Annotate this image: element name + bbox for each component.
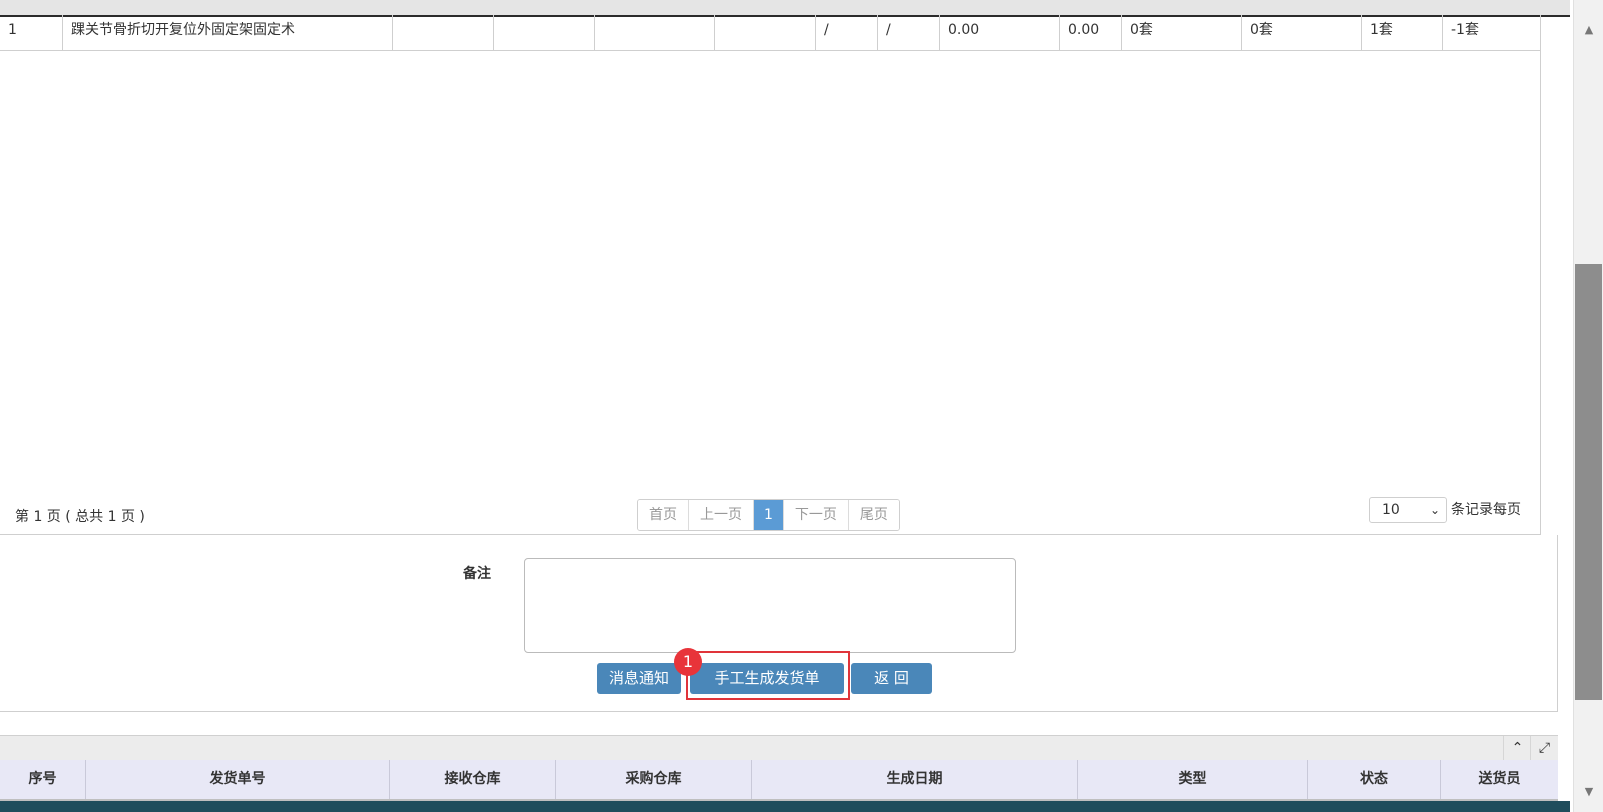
- chevron-down-icon: ⌄: [1429, 503, 1440, 517]
- page-info: 第 1 页 ( 总共 1 页 ): [15, 509, 145, 525]
- pagination: 首页 上一页 1 下一页 尾页: [637, 499, 900, 531]
- scroll-down-icon[interactable]: ▼: [1574, 782, 1603, 802]
- remark-label: 备注: [463, 566, 491, 582]
- cell-slash-2: /: [877, 15, 939, 50]
- header-courier[interactable]: 送货员: [1440, 760, 1558, 799]
- header-delivery-no[interactable]: 发货单号: [85, 760, 389, 799]
- next-page-button[interactable]: 下一页: [782, 500, 848, 530]
- remark-textarea[interactable]: [524, 558, 1016, 653]
- expand-icon[interactable]: ⤢: [1530, 736, 1558, 760]
- header-index[interactable]: 序号: [0, 760, 85, 799]
- cell-amount-2: 0.00: [1059, 15, 1121, 50]
- scroll-up-icon[interactable]: ▲: [1574, 20, 1603, 40]
- items-grid: [0, 15, 1541, 535]
- cell-empty-4: [714, 15, 815, 50]
- chevron-up-icon[interactable]: ⌃: [1503, 736, 1531, 760]
- cell-index: 1: [8, 22, 17, 38]
- notify-button[interactable]: 消息通知: [597, 663, 681, 694]
- current-page-button[interactable]: 1: [753, 500, 783, 530]
- panel-header: ⌃ ⤢: [0, 735, 1558, 761]
- cell-amount-1: 0.00: [939, 15, 1059, 50]
- header-purchase-warehouse[interactable]: 采购仓库: [555, 760, 751, 799]
- cell-qty-1: 0套: [1121, 15, 1241, 50]
- cell-qty-4: -1套: [1442, 15, 1541, 50]
- back-button[interactable]: 返 回: [851, 663, 932, 694]
- cell-qty-3: 1套: [1361, 15, 1442, 50]
- cell-qty-2: 0套: [1241, 15, 1361, 50]
- per-page-select[interactable]: 10 ⌄: [1369, 497, 1447, 523]
- cell-empty-3: [594, 15, 714, 50]
- prev-page-button[interactable]: 上一页: [688, 500, 753, 530]
- delivery-grid-header: 序号 发货单号 接收仓库 采购仓库 生成日期 类型 状态 送货员: [0, 760, 1558, 801]
- last-page-button[interactable]: 尾页: [847, 500, 899, 530]
- bottom-strip: [0, 801, 1570, 812]
- cell-empty-2: [493, 15, 594, 50]
- header-status[interactable]: 状态: [1307, 760, 1440, 799]
- cell-empty-1: [392, 15, 493, 50]
- cell-slash-1: /: [815, 15, 877, 50]
- scrollbar-thumb[interactable]: [1575, 264, 1602, 700]
- header-receive-warehouse[interactable]: 接收仓库: [389, 760, 555, 799]
- cell-name: 踝关节骨折切开复位外固定架固定术: [62, 15, 392, 50]
- first-page-button[interactable]: 首页: [638, 500, 688, 530]
- header-type[interactable]: 类型: [1077, 760, 1307, 799]
- per-page-value: 10: [1382, 502, 1400, 518]
- per-page-label: 条记录每页: [1451, 502, 1521, 518]
- header-date[interactable]: 生成日期: [751, 760, 1077, 799]
- step-badge: 1: [674, 648, 702, 676]
- table-row[interactable]: 1 踝关节骨折切开复位外固定架固定术 / / 0.00 0.00 0套 0套 1…: [0, 15, 1541, 51]
- highlight-box: [686, 651, 850, 700]
- vertical-scrollbar[interactable]: ▲ ▼: [1573, 0, 1603, 812]
